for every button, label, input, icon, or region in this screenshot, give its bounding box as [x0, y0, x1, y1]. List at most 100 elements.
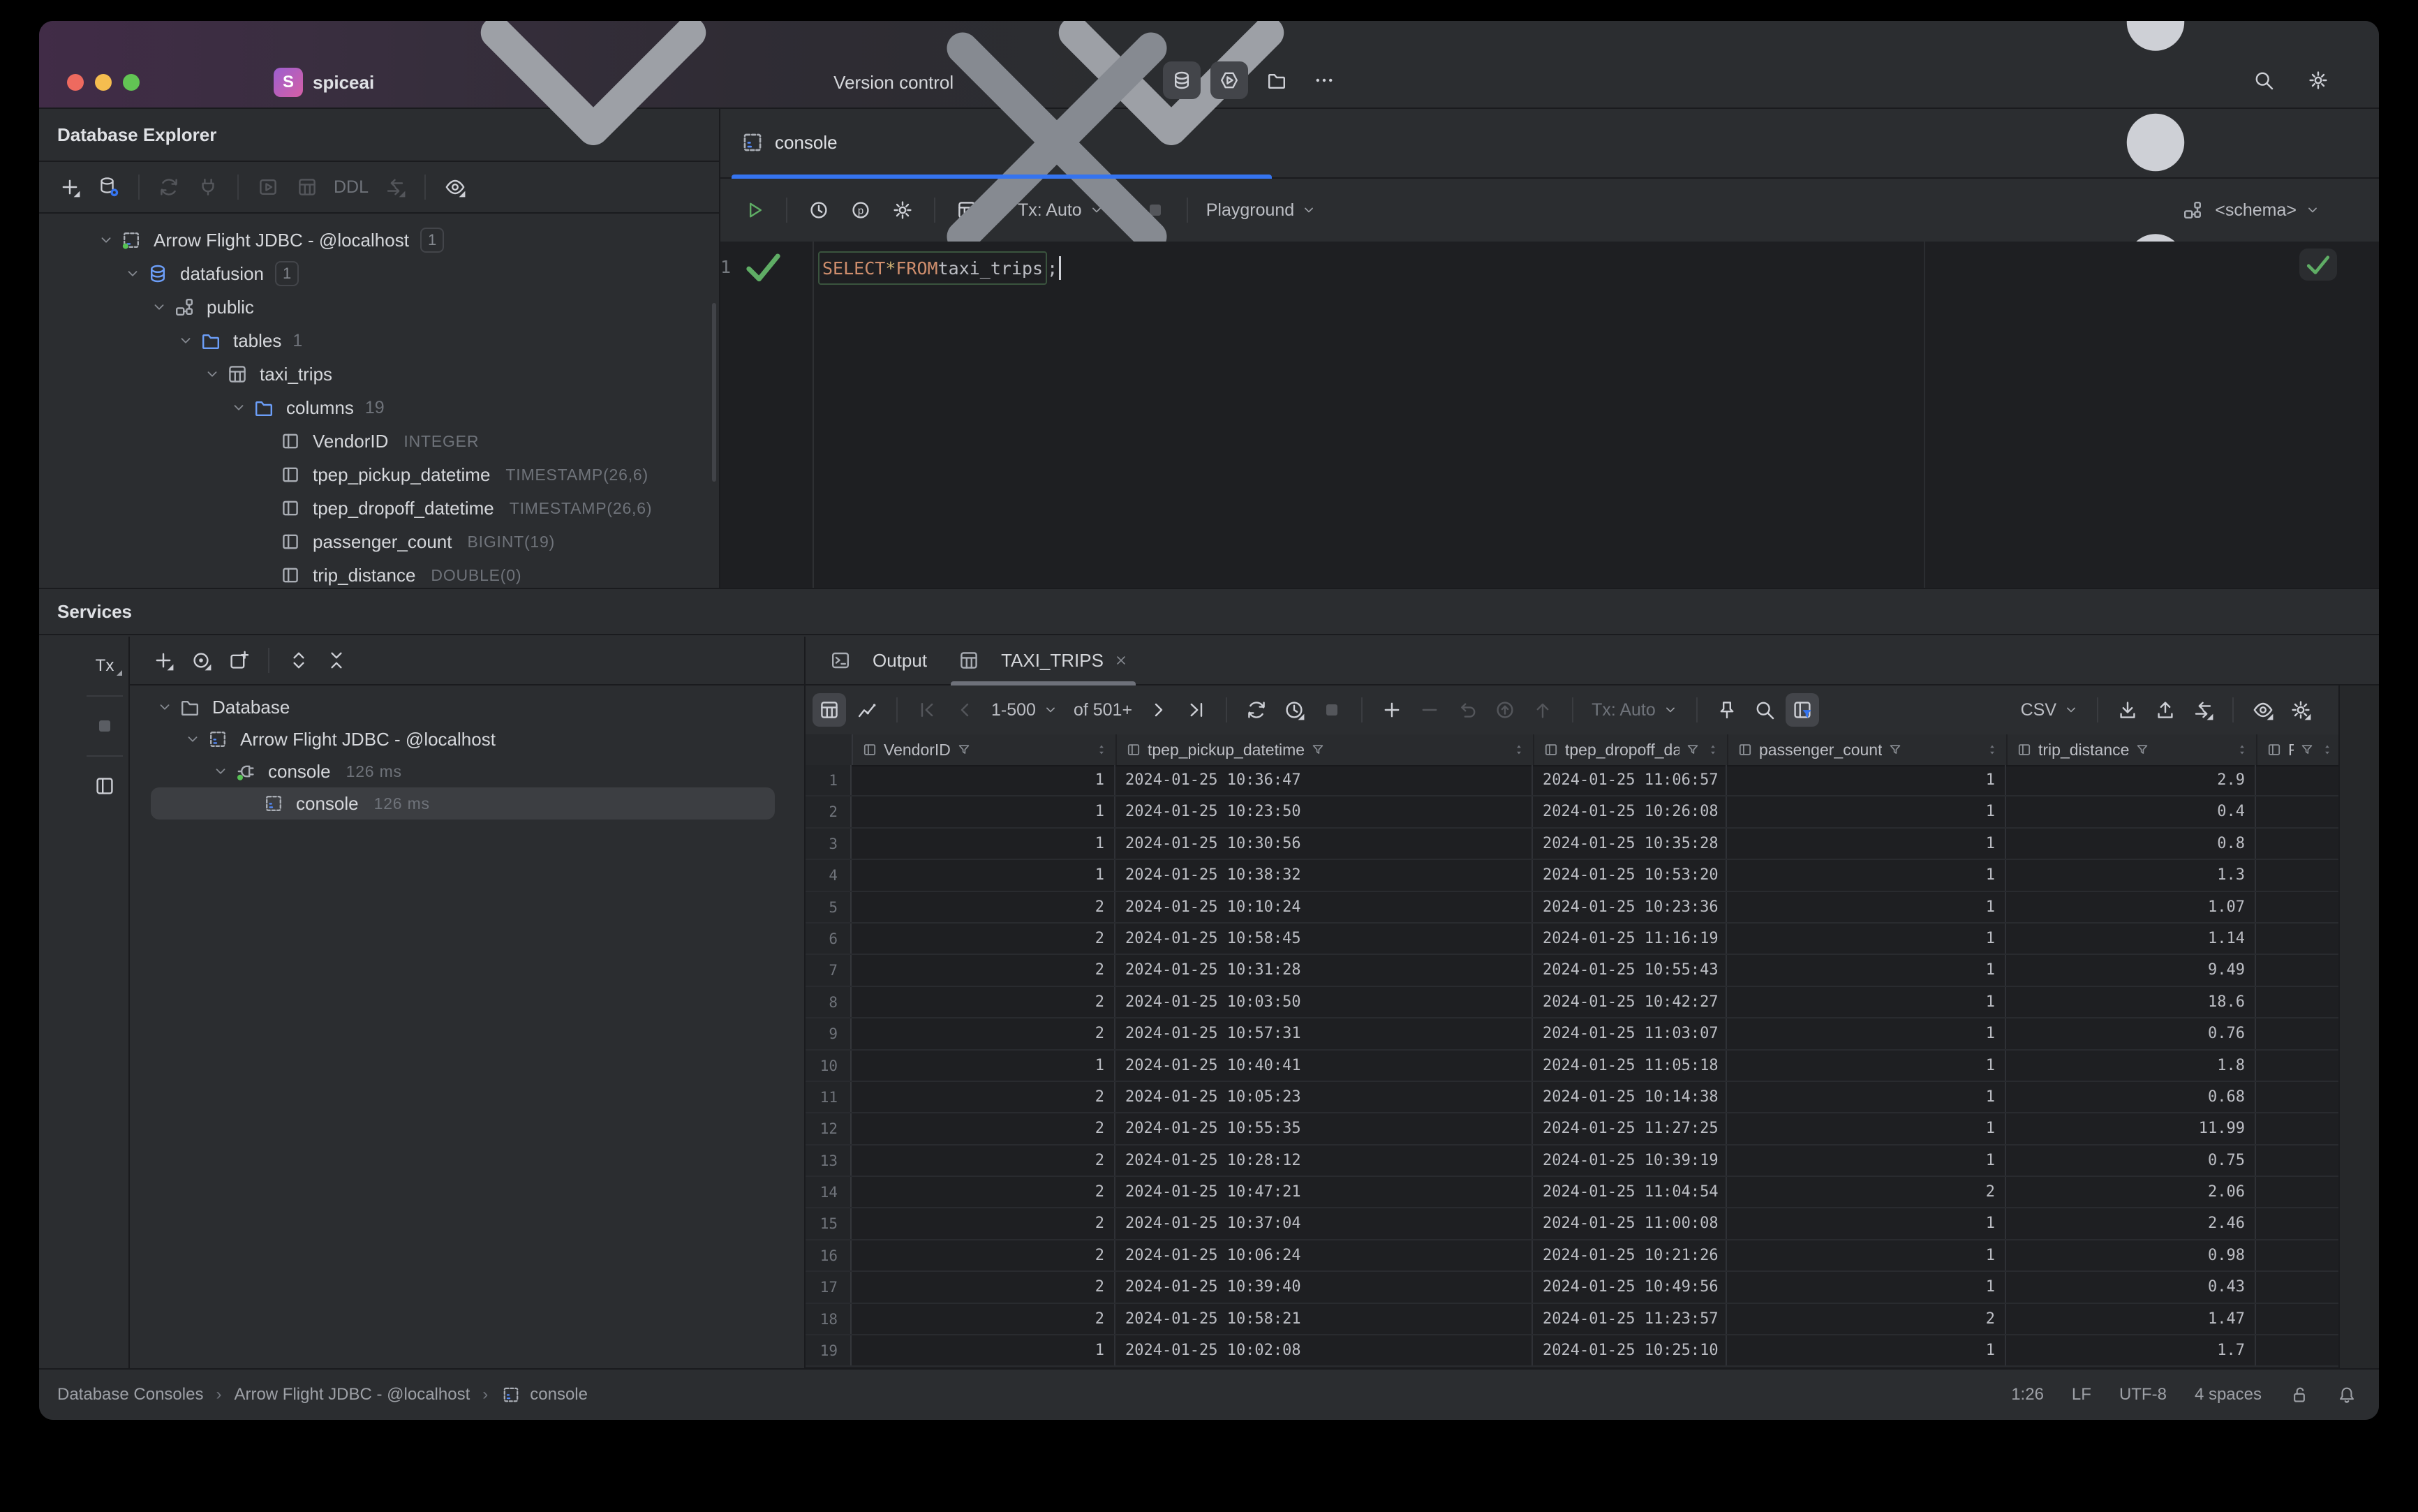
cell-rate[interactable] — [2256, 1082, 2340, 1112]
tree-item-column[interactable]: VendorID INTEGER — [39, 424, 719, 458]
cell-vendor_id[interactable]: 2 — [852, 1177, 1115, 1208]
tree-item-datasource[interactable]: Arrow Flight JDBC - @localhost 1 — [39, 223, 719, 257]
pause-button[interactable] — [1315, 693, 1349, 727]
sql-line[interactable]: SELECT * FROM taxi_trips; — [818, 251, 1062, 285]
sort-arrows-icon[interactable] — [1985, 743, 1999, 757]
cell-dropoff[interactable]: 2024-01-25 10:14:38 — [1533, 1081, 1727, 1113]
sort-arrows-icon[interactable] — [1706, 743, 1720, 757]
breadcrumb-item[interactable]: console — [500, 1384, 588, 1405]
service-console-file[interactable]: console 126 ms — [151, 787, 775, 820]
cell-trip_distance[interactable]: 0.98 — [2006, 1240, 2256, 1271]
breadcrumb-item[interactable]: Arrow Flight JDBC - @localhost — [234, 1385, 470, 1404]
reload-page-button[interactable] — [1240, 693, 1273, 727]
row-number[interactable]: 14 — [806, 1177, 852, 1208]
cell-dropoff[interactable]: 2024-01-25 10:21:26 — [1533, 1240, 1727, 1271]
tree-item-column[interactable]: tpep_dropoff_datetime TIMESTAMP(26,6) — [39, 491, 719, 525]
page-size-select[interactable]: 1-500 — [986, 700, 1064, 720]
cell-vendor_id[interactable]: 1 — [852, 796, 1115, 827]
tree-item-column[interactable]: tpep_pickup_datetime TIMESTAMP(26,6) — [39, 458, 719, 491]
cell-pickup[interactable]: 2024-01-25 10:02:08 — [1115, 1335, 1533, 1366]
cell-pickup[interactable]: 2024-01-25 10:31:28 — [1115, 955, 1533, 986]
cell-vendor_id[interactable]: 1 — [852, 1050, 1115, 1081]
cell-vendor_id[interactable]: 1 — [852, 765, 1115, 796]
tree-item-column[interactable]: passenger_count BIGINT(19) — [39, 525, 719, 558]
column-header-dropoff[interactable]: tpep_dropoff_datetime — [1534, 734, 1728, 765]
cell-passenger_count[interactable]: 1 — [1727, 765, 2006, 796]
query-history-button[interactable] — [800, 191, 838, 229]
inspection-widget[interactable] — [2299, 249, 2337, 281]
tree-item-tables-folder[interactable]: tables 1 — [39, 324, 719, 357]
view-options-button[interactable] — [437, 169, 473, 205]
row-number[interactable]: 2 — [806, 796, 852, 827]
cell-passenger_count[interactable]: 1 — [1727, 1081, 2006, 1113]
cell-vendor_id[interactable]: 2 — [852, 1272, 1115, 1303]
cell-dropoff[interactable]: 2024-01-25 10:25:10 — [1533, 1335, 1727, 1366]
filter-funnel-icon[interactable] — [1887, 742, 1903, 757]
cell-vendor_id[interactable]: 2 — [852, 1081, 1115, 1113]
tab-console[interactable]: console — [720, 32, 1283, 253]
cell-rate[interactable] — [2256, 765, 2340, 795]
cell-pickup[interactable]: 2024-01-25 10:57:31 — [1115, 1018, 1533, 1049]
row-number[interactable]: 13 — [806, 1145, 852, 1176]
cell-pickup[interactable]: 2024-01-25 10:10:24 — [1115, 891, 1533, 922]
breadcrumb-item[interactable]: Database Consoles — [57, 1385, 203, 1404]
cell-rate[interactable] — [2256, 860, 2340, 890]
cell-trip_distance[interactable]: 0.8 — [2006, 828, 2256, 859]
cell-pickup[interactable]: 2024-01-25 10:06:24 — [1115, 1240, 1533, 1271]
cell-trip_distance[interactable]: 1.07 — [2006, 891, 2256, 922]
cell-rate[interactable] — [2256, 1018, 2340, 1048]
column-header-vendor_id[interactable]: VendorID — [853, 734, 1117, 765]
run-button[interactable] — [736, 191, 773, 229]
cell-vendor_id[interactable]: 1 — [852, 1335, 1115, 1366]
cell-vendor_id[interactable]: 2 — [852, 1113, 1115, 1144]
cell-passenger_count[interactable]: 1 — [1727, 1050, 2006, 1081]
chevron-down-icon[interactable] — [92, 232, 120, 249]
scrollbar-thumb[interactable] — [712, 303, 716, 482]
cell-trip_distance[interactable]: 2.06 — [2006, 1177, 2256, 1208]
cell-rate[interactable] — [2256, 987, 2340, 1017]
cell-vendor_id[interactable]: 2 — [852, 891, 1115, 922]
column-header-pickup[interactable]: tpep_pickup_datetime — [1117, 734, 1534, 765]
cell-trip_distance[interactable]: 0.76 — [2006, 1018, 2256, 1049]
cell-trip_distance[interactable]: 1.8 — [2006, 1050, 2256, 1081]
filter-funnel-icon[interactable] — [1685, 742, 1700, 757]
file-encoding[interactable]: UTF-8 — [2119, 1385, 2167, 1404]
cell-trip_distance[interactable]: 2.9 — [2006, 765, 2256, 796]
sort-arrows-icon[interactable] — [1512, 743, 1526, 757]
row-number[interactable]: 18 — [806, 1303, 852, 1335]
filter-funnel-icon[interactable] — [956, 742, 972, 757]
cell-vendor_id[interactable]: 2 — [852, 1018, 1115, 1049]
tab-taxi-trips[interactable]: TAXI_TRIPS — [942, 637, 1144, 685]
row-number[interactable]: 8 — [806, 986, 852, 1018]
cell-dropoff[interactable]: 2024-01-25 10:35:28 — [1533, 828, 1727, 859]
cell-dropoff[interactable]: 2024-01-25 11:06:57 — [1533, 765, 1727, 796]
export-data-button[interactable] — [2111, 693, 2144, 727]
cell-dropoff[interactable]: 2024-01-25 10:49:56 — [1533, 1272, 1727, 1303]
cell-passenger_count[interactable]: 1 — [1727, 1113, 2006, 1144]
cell-passenger_count[interactable]: 1 — [1727, 923, 2006, 954]
tx-mode-toggle[interactable]: Tx — [87, 648, 124, 684]
cell-trip_distance[interactable]: 0.68 — [2006, 1081, 2256, 1113]
cell-pickup[interactable]: 2024-01-25 10:38:32 — [1115, 860, 1533, 891]
row-number[interactable]: 10 — [806, 1050, 852, 1081]
readonly-toggle[interactable] — [2290, 1385, 2309, 1404]
cell-vendor_id[interactable]: 2 — [852, 923, 1115, 954]
cell-passenger_count[interactable]: 1 — [1727, 1272, 2006, 1303]
ddl-button[interactable]: DDL — [328, 177, 374, 198]
submit-button[interactable] — [1526, 693, 1559, 727]
column-header-passenger_count[interactable]: passenger_count — [1728, 734, 2008, 765]
grid-tx-select[interactable]: Tx: Auto — [1586, 700, 1684, 720]
last-page-button[interactable] — [1180, 693, 1213, 727]
view-options-button[interactable] — [2246, 693, 2280, 727]
export-format-select[interactable]: CSV — [2015, 700, 2084, 720]
cell-dropoff[interactable]: 2024-01-25 10:39:19 — [1533, 1145, 1727, 1176]
cell-rate[interactable] — [2256, 1051, 2340, 1081]
delete-row-button[interactable] — [1413, 693, 1446, 727]
filter-funnel-icon[interactable] — [2299, 742, 2315, 757]
cell-rate[interactable] — [2256, 1177, 2340, 1207]
collapse-all-button[interactable] — [320, 644, 353, 677]
split-layout-button[interactable] — [87, 768, 123, 804]
cell-rate[interactable] — [2256, 796, 2340, 827]
service-datasource[interactable]: Arrow Flight JDBC - @localhost — [130, 723, 804, 755]
row-number[interactable]: 16 — [806, 1240, 852, 1271]
